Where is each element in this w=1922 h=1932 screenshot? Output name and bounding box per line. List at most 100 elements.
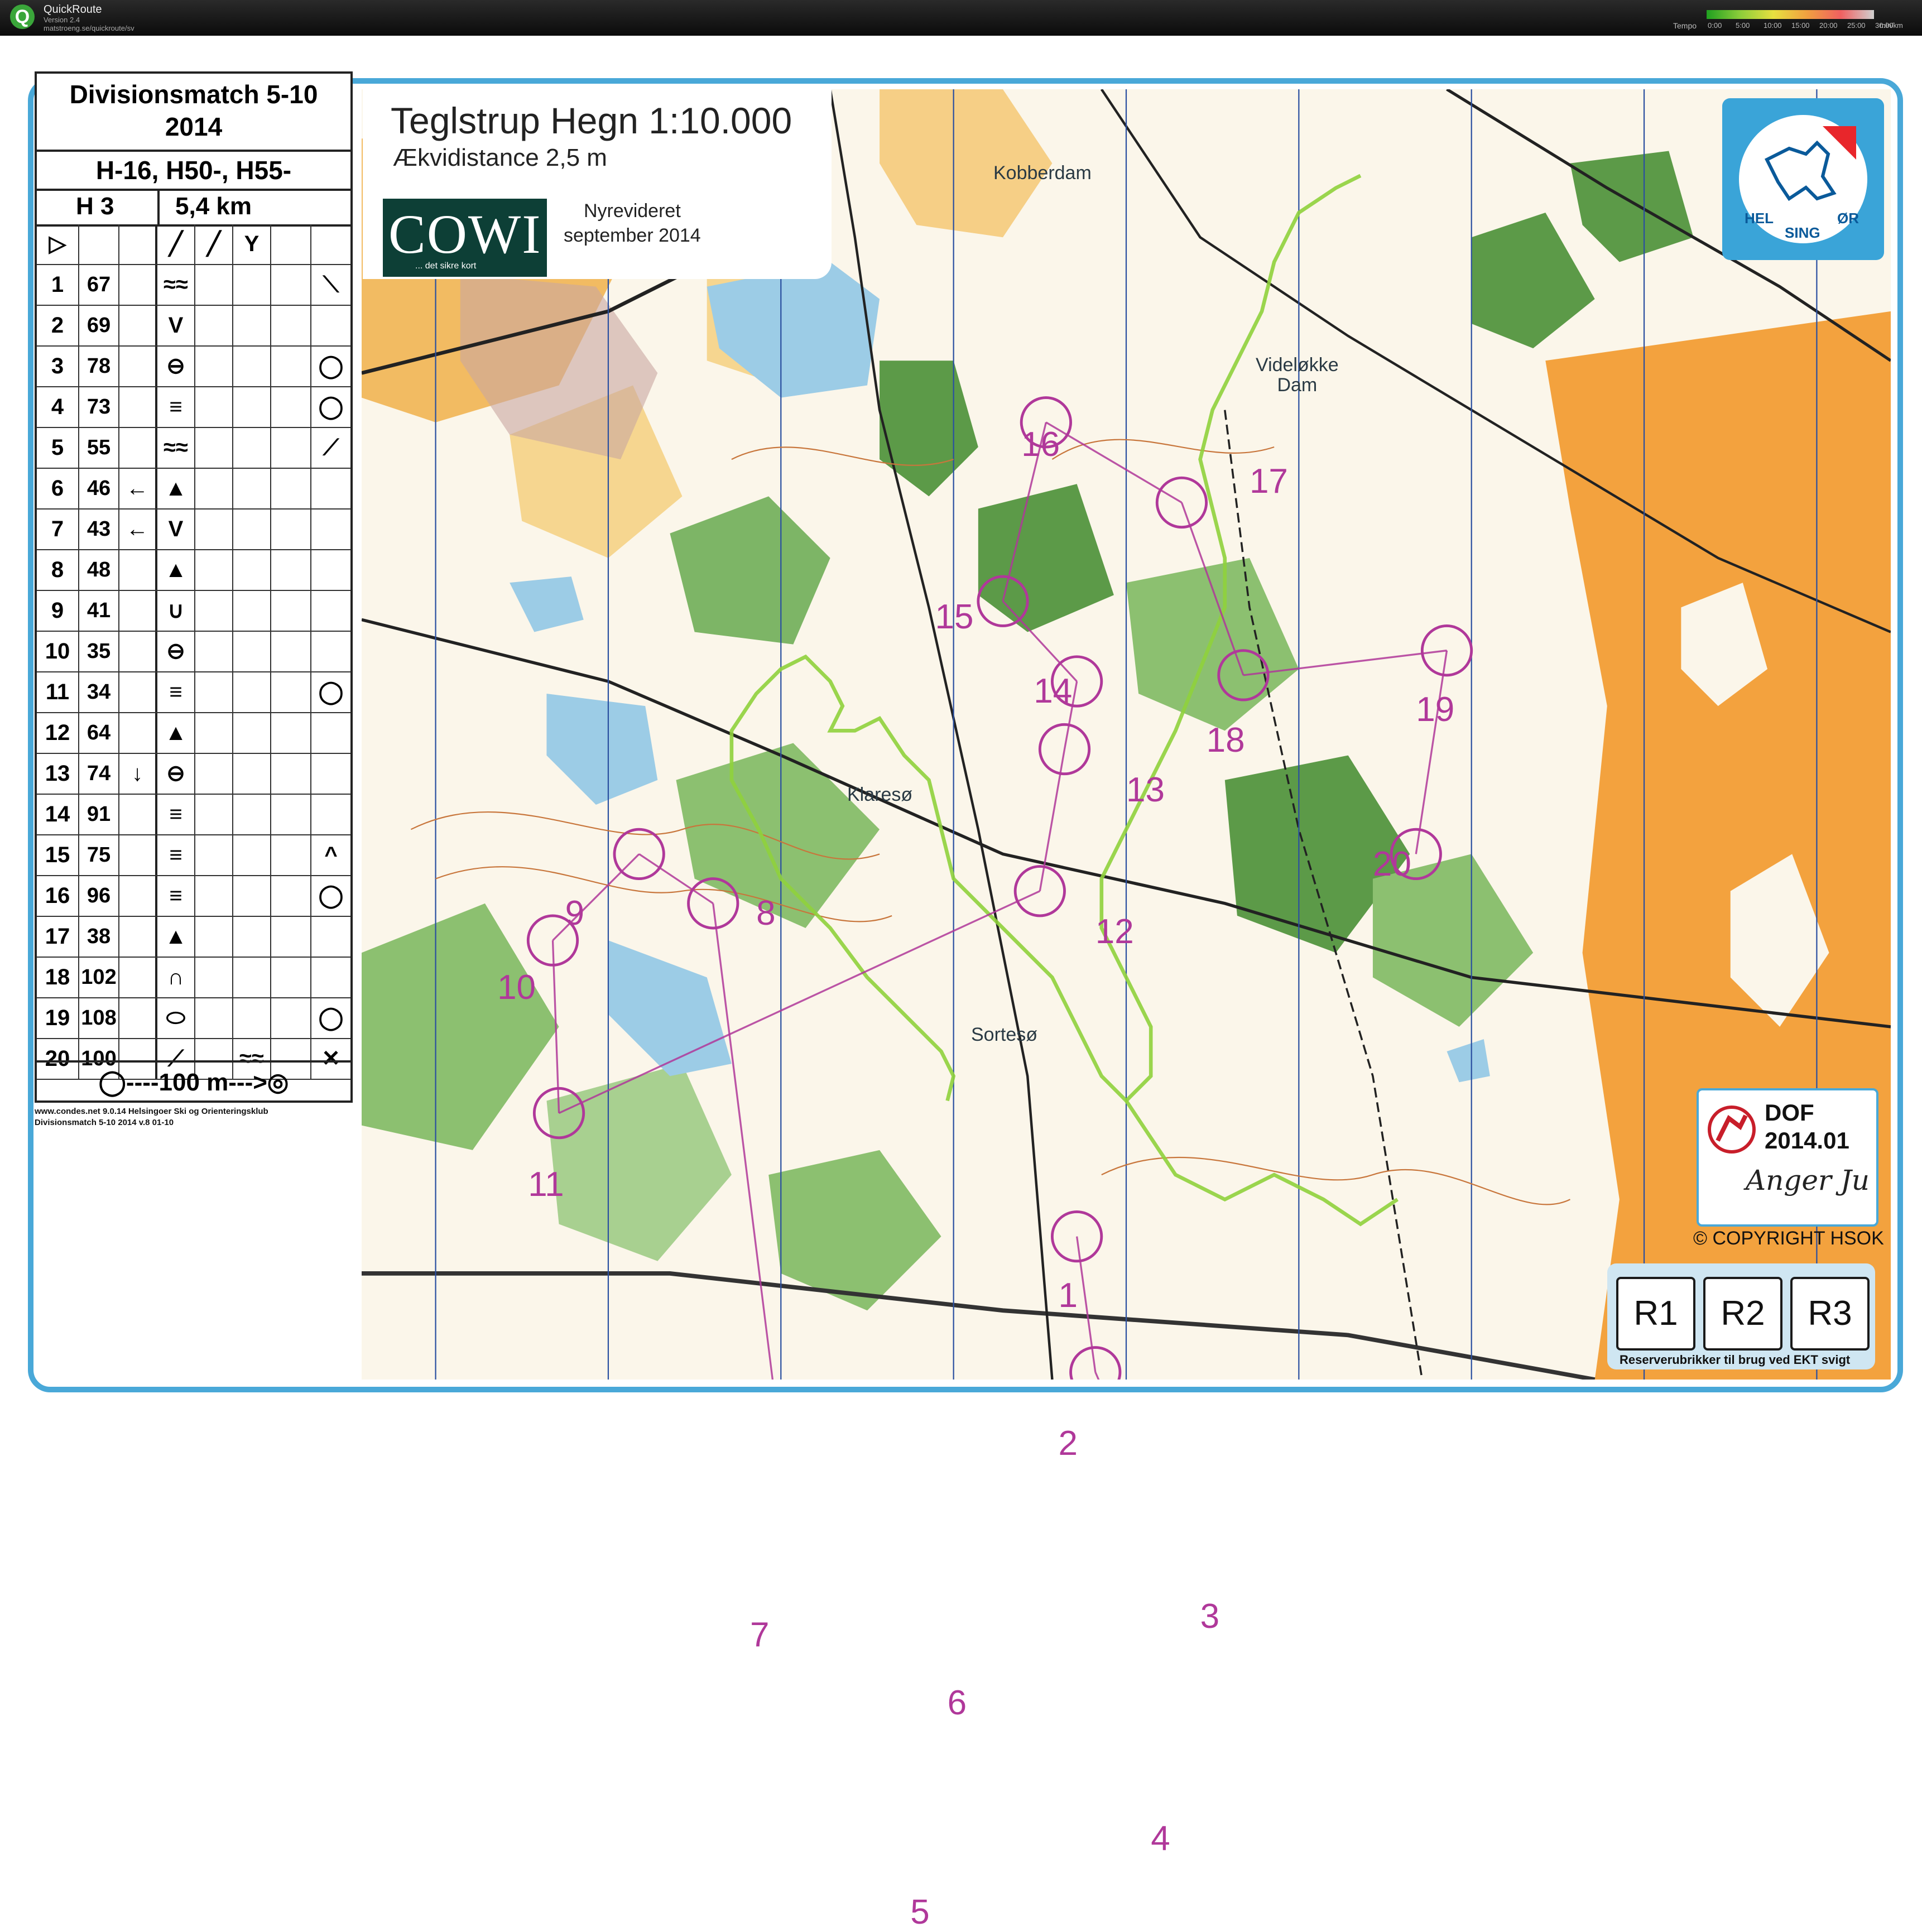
cd-extra-symbol-icon [233, 469, 271, 508]
cd-direction [119, 795, 157, 834]
cd-location-symbol-icon [311, 713, 350, 753]
cd-control-code: 64 [79, 713, 119, 753]
cd-cell [195, 265, 233, 305]
cd-control-number: 3 [37, 347, 79, 386]
cd-cell [271, 510, 311, 549]
cd-direction [119, 958, 157, 997]
cd-cell [271, 387, 311, 427]
club-logo-text-3: ØR [1837, 210, 1859, 227]
cd-direction [119, 347, 157, 386]
app-url[interactable]: matstroeng.se/quickroute/sv [44, 24, 134, 32]
cd-direction [119, 265, 157, 305]
cd-cell [195, 795, 233, 834]
cd-control-number: 16 [37, 876, 79, 916]
cd-cell [195, 713, 233, 753]
cd-control-code: 102 [79, 958, 119, 997]
cd-cell [195, 591, 233, 631]
cd-cell [271, 672, 311, 712]
cd-control-row: 16 96 ≡ ◯ [37, 876, 350, 917]
cd-footer: www.condes.net 9.0.14 Helsingoer Ski og … [35, 1106, 268, 1128]
cd-direction [119, 550, 157, 590]
cd-direction [119, 713, 157, 753]
cd-extra-symbol-icon [233, 998, 271, 1038]
cd-control-code: 38 [79, 917, 119, 957]
control-number-label: 12 [1095, 912, 1134, 951]
cd-cell [271, 632, 311, 671]
cd-direction [119, 835, 157, 875]
cd-feature-symbol-icon: ≡ [157, 835, 195, 875]
control-description-panel: Divisionsmatch 5-10 2014 H-16, H50-, H55… [35, 71, 353, 1103]
lake-label-videlokke: Videløkke Dam [1256, 355, 1339, 395]
control-number-label: 1 [1058, 1276, 1078, 1315]
tempo-tick: 25:00 [1847, 21, 1866, 30]
cd-extra-symbol-icon [233, 632, 271, 671]
control-number-label: 3 [1200, 1597, 1220, 1636]
cd-control-row: 1 67 ≈≈ ⟍ [37, 265, 350, 306]
cd-control-number: 7 [37, 510, 79, 549]
control-circle[interactable] [1069, 1346, 1122, 1380]
cd-location-symbol-icon: ⟍ [323, 272, 339, 297]
cd-footer-line2: Divisionsmatch 5-10 2014 v.8 01-10 [35, 1118, 174, 1127]
course-leg [1180, 502, 1245, 676]
cd-cell [271, 958, 311, 997]
cd-location-symbol-icon [311, 795, 350, 834]
tempo-tick: 15:00 [1791, 21, 1810, 30]
cd-cell [271, 754, 311, 794]
copyright-notice: © COPYRIGHT HSOK [1693, 1228, 1884, 1249]
control-number-label: 7 [750, 1615, 770, 1654]
cd-direction [119, 998, 157, 1038]
cd-control-code: 67 [79, 265, 119, 305]
app-version: Version 2.4 [44, 16, 80, 24]
cd-feature-symbol-icon: ∩ [157, 958, 195, 997]
cd-event-line2: 2014 [165, 112, 223, 141]
cd-feature-symbol-icon: ≡ [157, 795, 195, 834]
cd-control-code: 75 [79, 835, 119, 875]
lake-label-klareso: Klaresø [847, 784, 913, 805]
cd-feature-symbol-icon: ≡ [157, 387, 195, 427]
tempo-tick: 0:00 [1708, 21, 1722, 30]
course-leg [1243, 650, 1447, 676]
tempo-tick: 5:00 [1736, 21, 1750, 30]
cd-extra-symbol-icon [233, 387, 271, 427]
cd-location-symbol-icon [311, 469, 350, 508]
cd-course-row: H 3 5,4 km [37, 189, 350, 227]
cd-cell [195, 387, 233, 427]
app-titlebar: Q QuickRoute Version 2.4 matstroeng.se/q… [0, 0, 1922, 36]
cd-control-code: 35 [79, 632, 119, 671]
cd-cell [195, 876, 233, 916]
control-number-label: 13 [1126, 770, 1165, 809]
cd-control-number: 10 [37, 632, 79, 671]
tempo-color-scale[interactable] [1707, 10, 1874, 19]
cd-control-code: 74 [79, 754, 119, 794]
cd-direction [119, 917, 157, 957]
path-symbol-icon: ╱ [195, 224, 233, 264]
reserve-box-r2[interactable]: R2 [1703, 1277, 1782, 1351]
dof-logo-icon [1708, 1106, 1756, 1154]
cd-cell [271, 550, 311, 590]
cd-control-code: 73 [79, 387, 119, 427]
path-junction-icon: Y [233, 224, 271, 264]
cd-control-row: 4 73 ≡ ◯ [37, 387, 350, 428]
tempo-label: Tempo [1673, 21, 1697, 30]
cd-feature-symbol-icon: V [157, 510, 195, 549]
revision-line1: Nyrevideret [583, 200, 681, 222]
reserve-box-r3[interactable]: R3 [1790, 1277, 1870, 1351]
tempo-unit: min/km [1880, 21, 1903, 30]
control-number-label: 8 [756, 893, 776, 933]
app-name: QuickRoute [44, 3, 102, 16]
control-number-label: 15 [935, 598, 974, 637]
cd-extra-symbol-icon [233, 428, 271, 468]
cd-feature-symbol-icon: ≈≈ [157, 265, 195, 305]
cd-control-row: 9 41 ∪ [37, 591, 350, 632]
control-circle[interactable] [1050, 1210, 1103, 1263]
cd-control-number: 18 [37, 958, 79, 997]
cd-cell [271, 795, 311, 834]
start-triangle-icon: ▷ [37, 224, 79, 264]
cd-direction [119, 672, 157, 712]
dof-approval-box: DOF 2014.01 Anger Ju [1697, 1088, 1878, 1227]
reserve-box-r1[interactable]: R1 [1616, 1277, 1695, 1351]
cd-cell [195, 672, 233, 712]
cd-cell [195, 469, 233, 508]
cd-feature-symbol-icon: ⊖ [157, 754, 195, 794]
cd-location-symbol-icon [311, 550, 350, 590]
